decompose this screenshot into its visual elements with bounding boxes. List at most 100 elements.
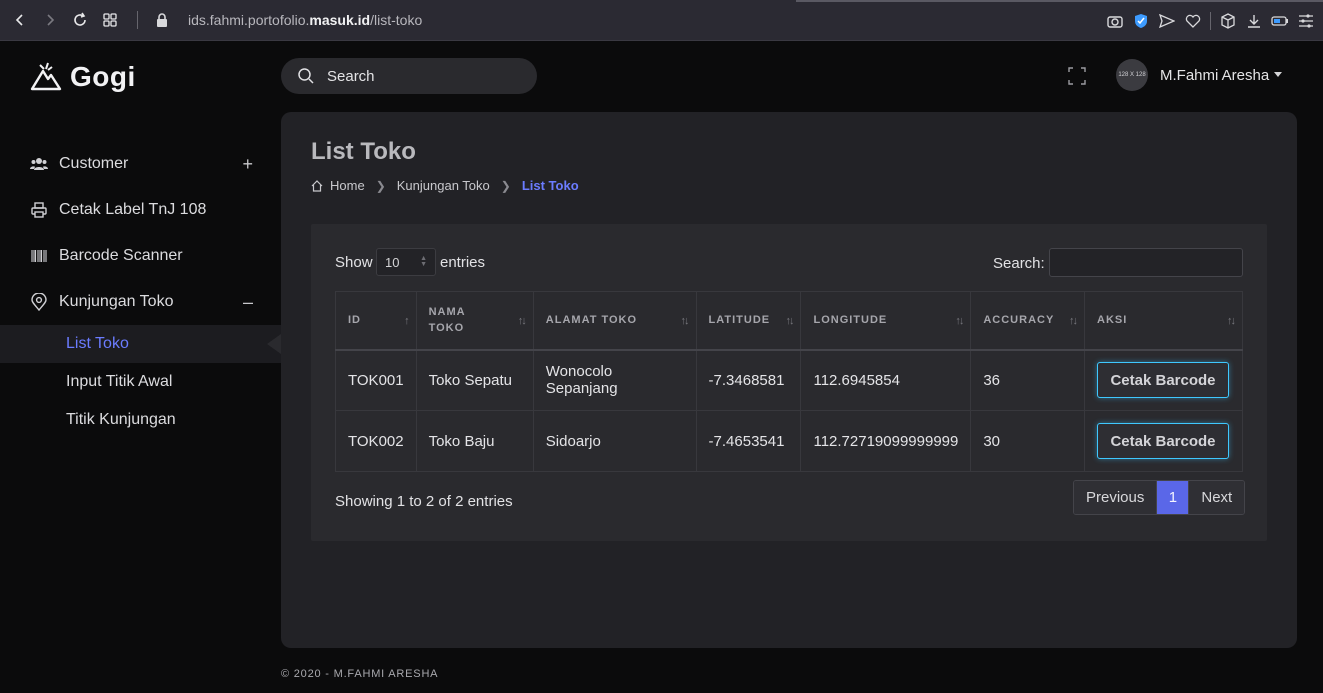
- breadcrumb-kunjungan-toko[interactable]: Kunjungan Toko: [397, 178, 490, 193]
- sort-icon: ↑↓: [955, 315, 964, 327]
- browser-actions: [1106, 0, 1315, 41]
- sidebar-item-label: Customer: [59, 155, 129, 172]
- page-length-select[interactable]: 10 ▲ ▼: [376, 248, 436, 276]
- show-label: Show: [335, 254, 373, 271]
- url-domain: masuk.id: [309, 12, 371, 28]
- column-header-label: ACCURACY: [983, 314, 1055, 327]
- chevron-right-icon: ❯: [375, 178, 386, 193]
- sidebar-item-barcode-scanner[interactable]: Barcode Scanner: [0, 233, 281, 279]
- sidebar-item-label: Barcode Scanner: [59, 247, 183, 264]
- back-icon: [15, 14, 23, 26]
- table-header-row: ID ↑ NAMA TOKO ↑↓ ALAMAT TOKO ↑↓ LATITUDE ↑↓…: [335, 291, 1243, 351]
- pagination-page-1[interactable]: 1: [1156, 481, 1189, 514]
- sidebar-item-kunjungan-toko[interactable]: Kunjungan Toko –: [0, 279, 281, 325]
- shield-icon[interactable]: [1132, 12, 1150, 30]
- sidebar-menu: Customer + Cetak Label TnJ 108 Barcode S…: [0, 141, 281, 439]
- cell-accuracy: 36: [970, 349, 1085, 411]
- pagination-previous[interactable]: Previous: [1074, 481, 1157, 514]
- table-info: Showing 1 to 2 of 2 entries: [335, 493, 513, 510]
- sort-icon: ↑↓: [680, 315, 690, 327]
- avatar[interactable]: 128 X 128: [1116, 59, 1148, 91]
- brand-name: Gogi: [70, 61, 136, 92]
- back-button[interactable]: [5, 5, 35, 35]
- menu-icon[interactable]: [1297, 12, 1315, 30]
- breadcrumb: Home ❯ Kunjungan Toko ❯ List Toko: [311, 178, 579, 193]
- map-pin-icon: [30, 293, 48, 311]
- column-header-nama-toko[interactable]: NAMA TOKO ↑↓: [415, 291, 534, 351]
- column-header-label: ID: [348, 314, 361, 327]
- sidebar: Gogi Customer + Cetak Label TnJ 108 Barc…: [0, 41, 281, 693]
- heart-icon[interactable]: [1184, 12, 1202, 30]
- expand-icon[interactable]: +: [242, 154, 253, 175]
- cell-id: TOK002: [335, 410, 417, 472]
- breadcrumb-home[interactable]: Home: [330, 178, 365, 193]
- sidebar-subitem-titik-kunjungan[interactable]: Titik Kunjungan: [0, 401, 281, 439]
- fullscreen-icon[interactable]: [1068, 67, 1086, 85]
- user-name[interactable]: M.Fahmi Aresha: [1160, 67, 1269, 84]
- column-header-longitude[interactable]: LONGITUDE ↑↓: [800, 291, 972, 351]
- column-header-label: LONGITUDE: [813, 314, 888, 327]
- sidebar-item-label: Kunjungan Toko: [59, 293, 174, 310]
- column-header-label: LATITUDE: [708, 314, 771, 327]
- reload-icon: [74, 12, 86, 26]
- download-icon[interactable]: [1245, 12, 1263, 30]
- search-placeholder: Search: [327, 67, 375, 85]
- footer-copyright: © 2020 - M.FAHMI ARESHA: [281, 668, 439, 680]
- cell-latitude: -7.3468581: [695, 349, 802, 411]
- sort-icon: ↑↓: [1069, 315, 1078, 327]
- sidebar-item-cetak-label[interactable]: Cetak Label TnJ 108: [0, 187, 281, 233]
- address-bar[interactable]: ids.fahmi.portofolio.masuk.id/list-toko: [188, 12, 422, 28]
- column-header-accuracy[interactable]: ACCURACY ↑↓: [970, 291, 1085, 351]
- header-search[interactable]: Search: [281, 58, 537, 94]
- cell-nama-toko: Toko Sepatu: [415, 349, 534, 411]
- speed-dial-button[interactable]: [95, 5, 125, 35]
- battery-icon[interactable]: [1271, 12, 1289, 30]
- breadcrumb-current: List Toko: [521, 178, 579, 193]
- cell-alamat-toko: Sidoarjo: [532, 410, 697, 472]
- sort-asc-icon: ↑: [404, 315, 409, 327]
- select-arrows-icon: ▲ ▼: [420, 255, 427, 268]
- sort-icon: ↑↓: [517, 315, 527, 327]
- page-length-value: 10: [385, 255, 400, 270]
- home-icon: [311, 179, 323, 192]
- column-header-latitude[interactable]: LATITUDE ↑↓: [695, 291, 802, 351]
- send-icon[interactable]: [1158, 12, 1176, 30]
- printer-icon: [30, 201, 48, 219]
- entries-label: entries: [440, 254, 486, 271]
- sidebar-subitem-input-titik-awal[interactable]: Input Titik Awal: [0, 363, 281, 401]
- pagination-next[interactable]: Next: [1188, 481, 1245, 514]
- cube-icon[interactable]: [1219, 12, 1237, 30]
- chevron-down-icon[interactable]: [1274, 72, 1282, 77]
- cetak-barcode-button[interactable]: Cetak Barcode: [1097, 362, 1229, 399]
- column-header-alamat-toko[interactable]: ALAMAT TOKO ↑↓: [532, 291, 697, 351]
- column-header-label: ALAMAT TOKO: [545, 314, 638, 327]
- mountain-logo-icon: [30, 62, 62, 91]
- cell-latitude: -7.4653541: [695, 410, 802, 472]
- forward-button[interactable]: [35, 5, 65, 35]
- sidebar-subitem-list-toko[interactable]: List Toko: [0, 325, 281, 363]
- cell-accuracy: 30: [970, 410, 1085, 472]
- sort-icon: ↑↓: [1227, 315, 1236, 327]
- column-header-aksi[interactable]: AKSI ↑↓: [1084, 291, 1243, 351]
- table-search-input[interactable]: [1049, 248, 1243, 277]
- cell-nama-toko: Toko Baju: [415, 410, 534, 472]
- column-header-label: NAMA TOKO: [428, 306, 466, 335]
- camera-icon[interactable]: [1106, 12, 1124, 30]
- table-row: TOK001 Toko Sepatu Wonocolo Sepanjang -7…: [335, 349, 1243, 411]
- submenu-kunjungan-toko: List Toko Input Titik Awal Titik Kunjung…: [0, 325, 281, 439]
- sidebar-item-customer[interactable]: Customer +: [0, 141, 281, 187]
- cell-longitude: 112.72719099999999: [800, 410, 972, 472]
- reload-button[interactable]: [65, 5, 95, 35]
- search-icon: [298, 68, 314, 84]
- cell-aksi: Cetak Barcode: [1084, 349, 1243, 411]
- url-path: /list-toko: [370, 12, 423, 28]
- cetak-barcode-button[interactable]: Cetak Barcode: [1097, 423, 1229, 459]
- lock-icon[interactable]: [156, 13, 170, 27]
- cell-alamat-toko: Wonocolo Sepanjang: [532, 349, 697, 411]
- brand-logo[interactable]: Gogi: [30, 61, 136, 93]
- collapse-icon[interactable]: –: [243, 292, 253, 313]
- toolbar-separator: [1210, 11, 1211, 30]
- url-prefix: ids.fahmi.portofolio.: [188, 12, 310, 28]
- column-header-id[interactable]: ID ↑: [335, 291, 417, 351]
- table-row: TOK002 Toko Baju Sidoarjo -7.4653541 112…: [335, 410, 1243, 472]
